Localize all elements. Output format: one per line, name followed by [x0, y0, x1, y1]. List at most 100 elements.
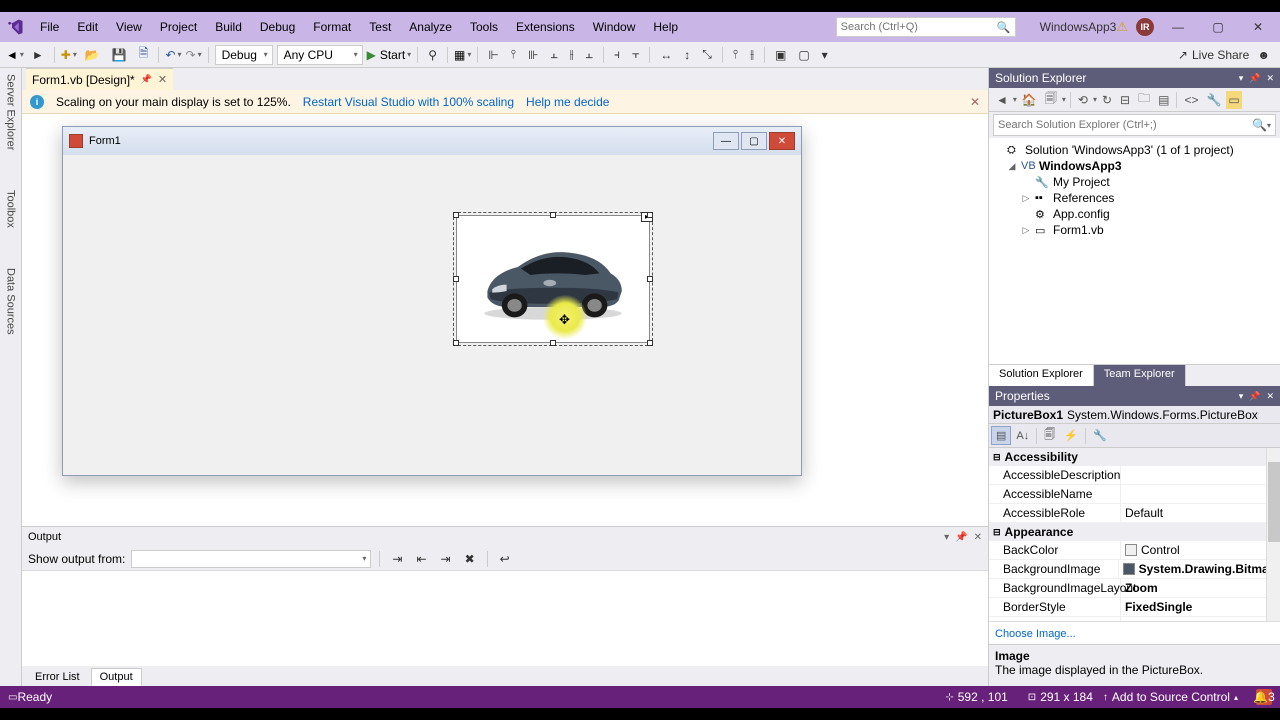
menu-help[interactable]: Help [645, 16, 686, 38]
menu-view[interactable]: View [108, 16, 150, 38]
vspace-equal-icon[interactable]: ⫟ [628, 45, 643, 64]
prop-backgroundimagelayout[interactable]: BackgroundImageLayoutZoom [989, 579, 1280, 598]
size-height-icon[interactable]: ↕ [680, 46, 694, 64]
menu-build[interactable]: Build [207, 16, 250, 38]
config-combo[interactable]: Debug▾ [215, 45, 273, 65]
notification-warning-icon[interactable]: ⚠ [1116, 19, 1128, 35]
property-grid[interactable]: ⊟Accessibility AccessibleDescription Acc… [989, 448, 1280, 621]
align-bottom-icon[interactable]: ⫠ [582, 45, 597, 64]
property-scrollbar[interactable] [1266, 448, 1280, 621]
save-button[interactable]: 💾 [108, 46, 131, 64]
resize-handle-n[interactable] [550, 212, 556, 218]
menu-tools[interactable]: Tools [462, 16, 506, 38]
resize-handle-nw[interactable] [453, 212, 459, 218]
property-object-combo[interactable]: PictureBox1System.Windows.Forms.PictureB… [989, 406, 1280, 424]
tree-item-myproject[interactable]: 🔧My Project [989, 174, 1280, 190]
close-tab-icon[interactable]: ✕ [158, 73, 167, 86]
help-decide-link[interactable]: Help me decide [526, 95, 609, 109]
menu-edit[interactable]: Edit [69, 16, 106, 38]
events-icon[interactable]: ⚡ [1060, 427, 1082, 444]
tab-output[interactable]: Output [91, 668, 142, 686]
show-all-icon[interactable]: 🗀 [1135, 87, 1153, 112]
prop-accessiblerole[interactable]: AccessibleRoleDefault [989, 504, 1280, 523]
tree-solution-node[interactable]: ⛭Solution 'WindowsApp3' (1 of 1 project) [989, 142, 1280, 158]
back-icon[interactable]: ◄ [993, 91, 1011, 109]
overflow-chevron-icon[interactable]: ▾ [818, 46, 832, 64]
tree-item-references[interactable]: ▷▪▪References [989, 190, 1280, 206]
properties-icon[interactable]: ▤ [1155, 91, 1172, 109]
choose-image-link[interactable]: Choose Image... [995, 628, 1076, 640]
resize-handle-sw[interactable] [453, 340, 459, 346]
restart-scaling-link[interactable]: Restart Visual Studio with 100% scaling [303, 95, 514, 109]
view-designer-icon[interactable]: ▭ [1226, 91, 1241, 109]
solution-search-input[interactable] [998, 119, 1252, 131]
menu-format[interactable]: Format [305, 16, 359, 38]
window-close-button[interactable]: ✕ [1242, 17, 1274, 37]
data-sources-tab[interactable]: Data Sources [5, 268, 17, 335]
document-tab-form1[interactable]: Form1.vb [Design]* 📌 ✕ [26, 68, 173, 90]
align-left-icon[interactable]: ⊩ [484, 46, 502, 64]
source-control-button[interactable]: ↑Add to Source Control▴ [1103, 690, 1238, 704]
bring-front-icon[interactable]: ▣ [771, 46, 790, 64]
form-maximize-button[interactable]: ▢ [741, 132, 767, 150]
property-pages-icon[interactable]: 🔧 [1089, 427, 1111, 444]
feedback-icon[interactable]: ☻ [1253, 46, 1274, 64]
align-top-icon[interactable]: ⫠ [546, 45, 561, 64]
quick-launch-input[interactable] [841, 21, 997, 33]
find-button[interactable]: ⚲ [424, 46, 441, 64]
window-position-icon[interactable]: ▾ [1239, 73, 1244, 84]
prop-accessibledescription[interactable]: AccessibleDescription [989, 466, 1280, 485]
menu-extensions[interactable]: Extensions [508, 16, 583, 38]
forward-button[interactable]: ► [28, 46, 48, 64]
redo-button[interactable]: ↷▾ [186, 48, 202, 62]
output-prev-icon[interactable]: ⇤ [412, 550, 430, 568]
form-designer-surface[interactable]: Form1 — ▢ ✕ ▸ [22, 114, 988, 526]
prop-backcolor[interactable]: BackColorControl [989, 541, 1280, 560]
window-restore-button[interactable]: ▢ [1202, 17, 1234, 37]
solution-tree[interactable]: ⛭Solution 'WindowsApp3' (1 of 1 project)… [989, 138, 1280, 364]
category-appearance[interactable]: ⊟Appearance [989, 523, 1280, 541]
output-clear-icon[interactable]: ✖ [461, 550, 479, 568]
sync-icon[interactable]: 🗐 [1042, 87, 1060, 112]
server-explorer-tab[interactable]: Server Explorer [5, 74, 17, 150]
output-wrap-icon[interactable]: ↩ [496, 550, 514, 568]
prop-accessiblename[interactable]: AccessibleName [989, 485, 1280, 504]
prop-cursor[interactable]: CursorDefault [989, 617, 1280, 621]
picturebox-control[interactable]: ▸ [456, 215, 650, 343]
toolbox-tab[interactable]: Toolbox [5, 190, 17, 228]
form-close-button[interactable]: ✕ [769, 132, 795, 150]
vcenter-icon[interactable]: ⫲ [746, 45, 758, 64]
menu-project[interactable]: Project [152, 16, 205, 38]
hspace-equal-icon[interactable]: ⫞ [610, 45, 624, 64]
resize-handle-e[interactable] [647, 276, 653, 282]
tree-item-form1[interactable]: ▷▭Form1.vb [989, 222, 1280, 238]
prop-backgroundimage[interactable]: BackgroundImageSystem.Drawing.Bitmap [989, 560, 1280, 579]
resize-handle-se[interactable] [647, 340, 653, 346]
back-button[interactable]: ◄▾ [6, 48, 24, 62]
tab-error-list[interactable]: Error List [26, 668, 89, 686]
categorized-icon[interactable]: ▤ [991, 426, 1011, 445]
output-next-icon[interactable]: ⇥ [437, 550, 455, 568]
properties-page-icon[interactable]: 🗐 [1040, 424, 1059, 447]
tab-team-explorer[interactable]: Team Explorer [1094, 365, 1186, 386]
window-minimize-button[interactable]: — [1162, 17, 1194, 37]
panel-close-icon[interactable]: ✕ [1266, 391, 1274, 402]
new-project-button[interactable]: ✚▾ [61, 48, 77, 62]
size-both-icon[interactable]: ⤡ [698, 45, 716, 64]
infobar-close-icon[interactable]: ✕ [970, 95, 980, 109]
menu-analyze[interactable]: Analyze [401, 16, 460, 38]
live-share-button[interactable]: ↗Live Share [1178, 48, 1249, 62]
form-window[interactable]: Form1 — ▢ ✕ ▸ [62, 126, 802, 476]
pin-icon[interactable]: 📌 [1249, 391, 1260, 402]
resize-handle-ne[interactable] [647, 212, 653, 218]
category-accessibility[interactable]: ⊟Accessibility [989, 448, 1280, 466]
align-center-icon[interactable]: ⫯ [507, 45, 520, 64]
refresh-icon[interactable]: ↻ [1099, 91, 1115, 109]
collapse-all-icon[interactable]: ⊟ [1117, 91, 1133, 109]
quick-launch[interactable]: 🔍 [836, 17, 1016, 37]
menu-test[interactable]: Test [361, 16, 399, 38]
output-find-icon[interactable]: ⇥ [388, 550, 406, 568]
output-source-combo[interactable]: ▾ [131, 550, 371, 568]
tree-item-appconfig[interactable]: ⚙App.config [989, 206, 1280, 222]
pin-icon[interactable]: 📌 [1249, 73, 1260, 84]
